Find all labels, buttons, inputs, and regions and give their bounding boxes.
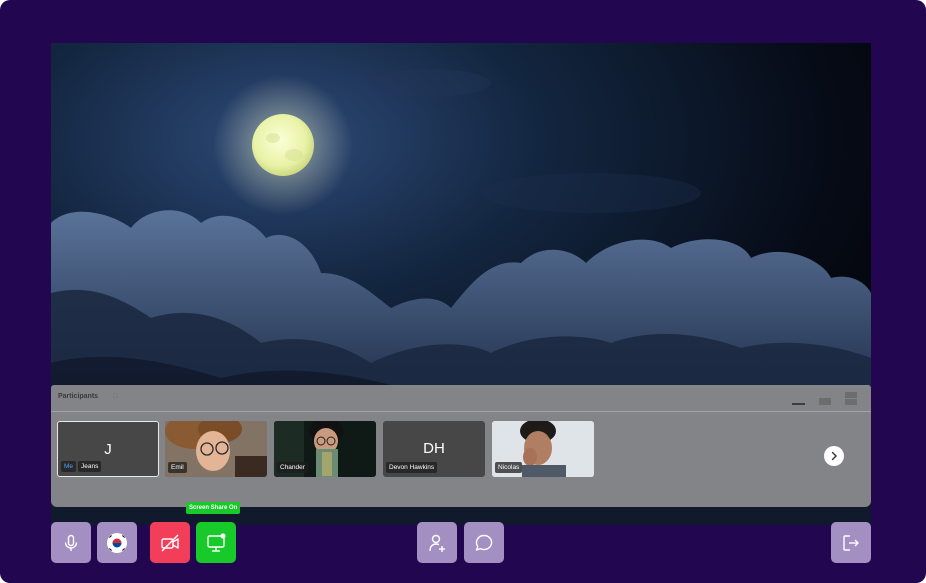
participant-tile-devon-hawkins[interactable]: DH Devon Hawkins (383, 421, 485, 477)
participant-name-tag: Nicolas (495, 462, 523, 473)
screen-share-button[interactable] (196, 522, 236, 563)
participant-name: Nicolas (495, 462, 523, 473)
camera-toggle-button[interactable] (150, 522, 190, 563)
participant-name-tag: Emil (168, 462, 187, 473)
participant-tile-nicolas[interactable]: Nicolas (492, 421, 594, 477)
screen-share-icon (207, 532, 226, 552)
participant-initials: DH (423, 440, 445, 457)
video-off-icon (161, 534, 179, 551)
participant-name-tag: Me Jeans (61, 461, 102, 472)
participant-tile-jeans[interactable]: J Me Jeans (57, 421, 159, 477)
pin-icon[interactable]: □ (113, 393, 117, 400)
add-user-icon (429, 534, 445, 552)
chat-button[interactable] (464, 522, 504, 563)
chevron-right-icon (831, 451, 837, 461)
chat-icon (475, 534, 493, 551)
participant-name-tag: Chander (277, 462, 308, 473)
leave-meeting-button[interactable] (831, 522, 871, 563)
microphone-button[interactable] (51, 522, 91, 563)
participants-panel: Participants □ J Me Jeans Emil Chander D… (51, 385, 871, 507)
participants-title: Participants (58, 393, 99, 400)
stacked-layout-icon[interactable] (845, 392, 857, 405)
participant-name: Devon Hawkins (386, 462, 438, 473)
participant-name: Jeans (78, 461, 102, 472)
participants-panel-header: Participants □ (51, 385, 871, 412)
participant-name: Emil (168, 462, 187, 473)
language-button[interactable] (97, 522, 137, 563)
participant-initials: J (104, 441, 112, 458)
me-badge: Me (61, 461, 77, 472)
leave-icon (843, 534, 859, 551)
grid-layout-icon[interactable] (819, 398, 831, 405)
korea-flag-icon (107, 532, 127, 553)
add-participant-button[interactable] (417, 522, 457, 563)
screen-share-tooltip: Screen Share On (186, 502, 241, 514)
participant-name: Chander (277, 462, 308, 473)
participant-name-tag: Devon Hawkins (386, 462, 438, 473)
microphone-icon (64, 534, 78, 551)
participant-tile-chander[interactable]: Chander (274, 421, 376, 477)
minimize-layout-icon[interactable] (792, 403, 805, 405)
participant-tile-emil[interactable]: Emil (165, 421, 267, 477)
meeting-window: Participants □ J Me Jeans Emil Chander D… (0, 0, 926, 583)
next-participants-button[interactable] (824, 446, 844, 466)
